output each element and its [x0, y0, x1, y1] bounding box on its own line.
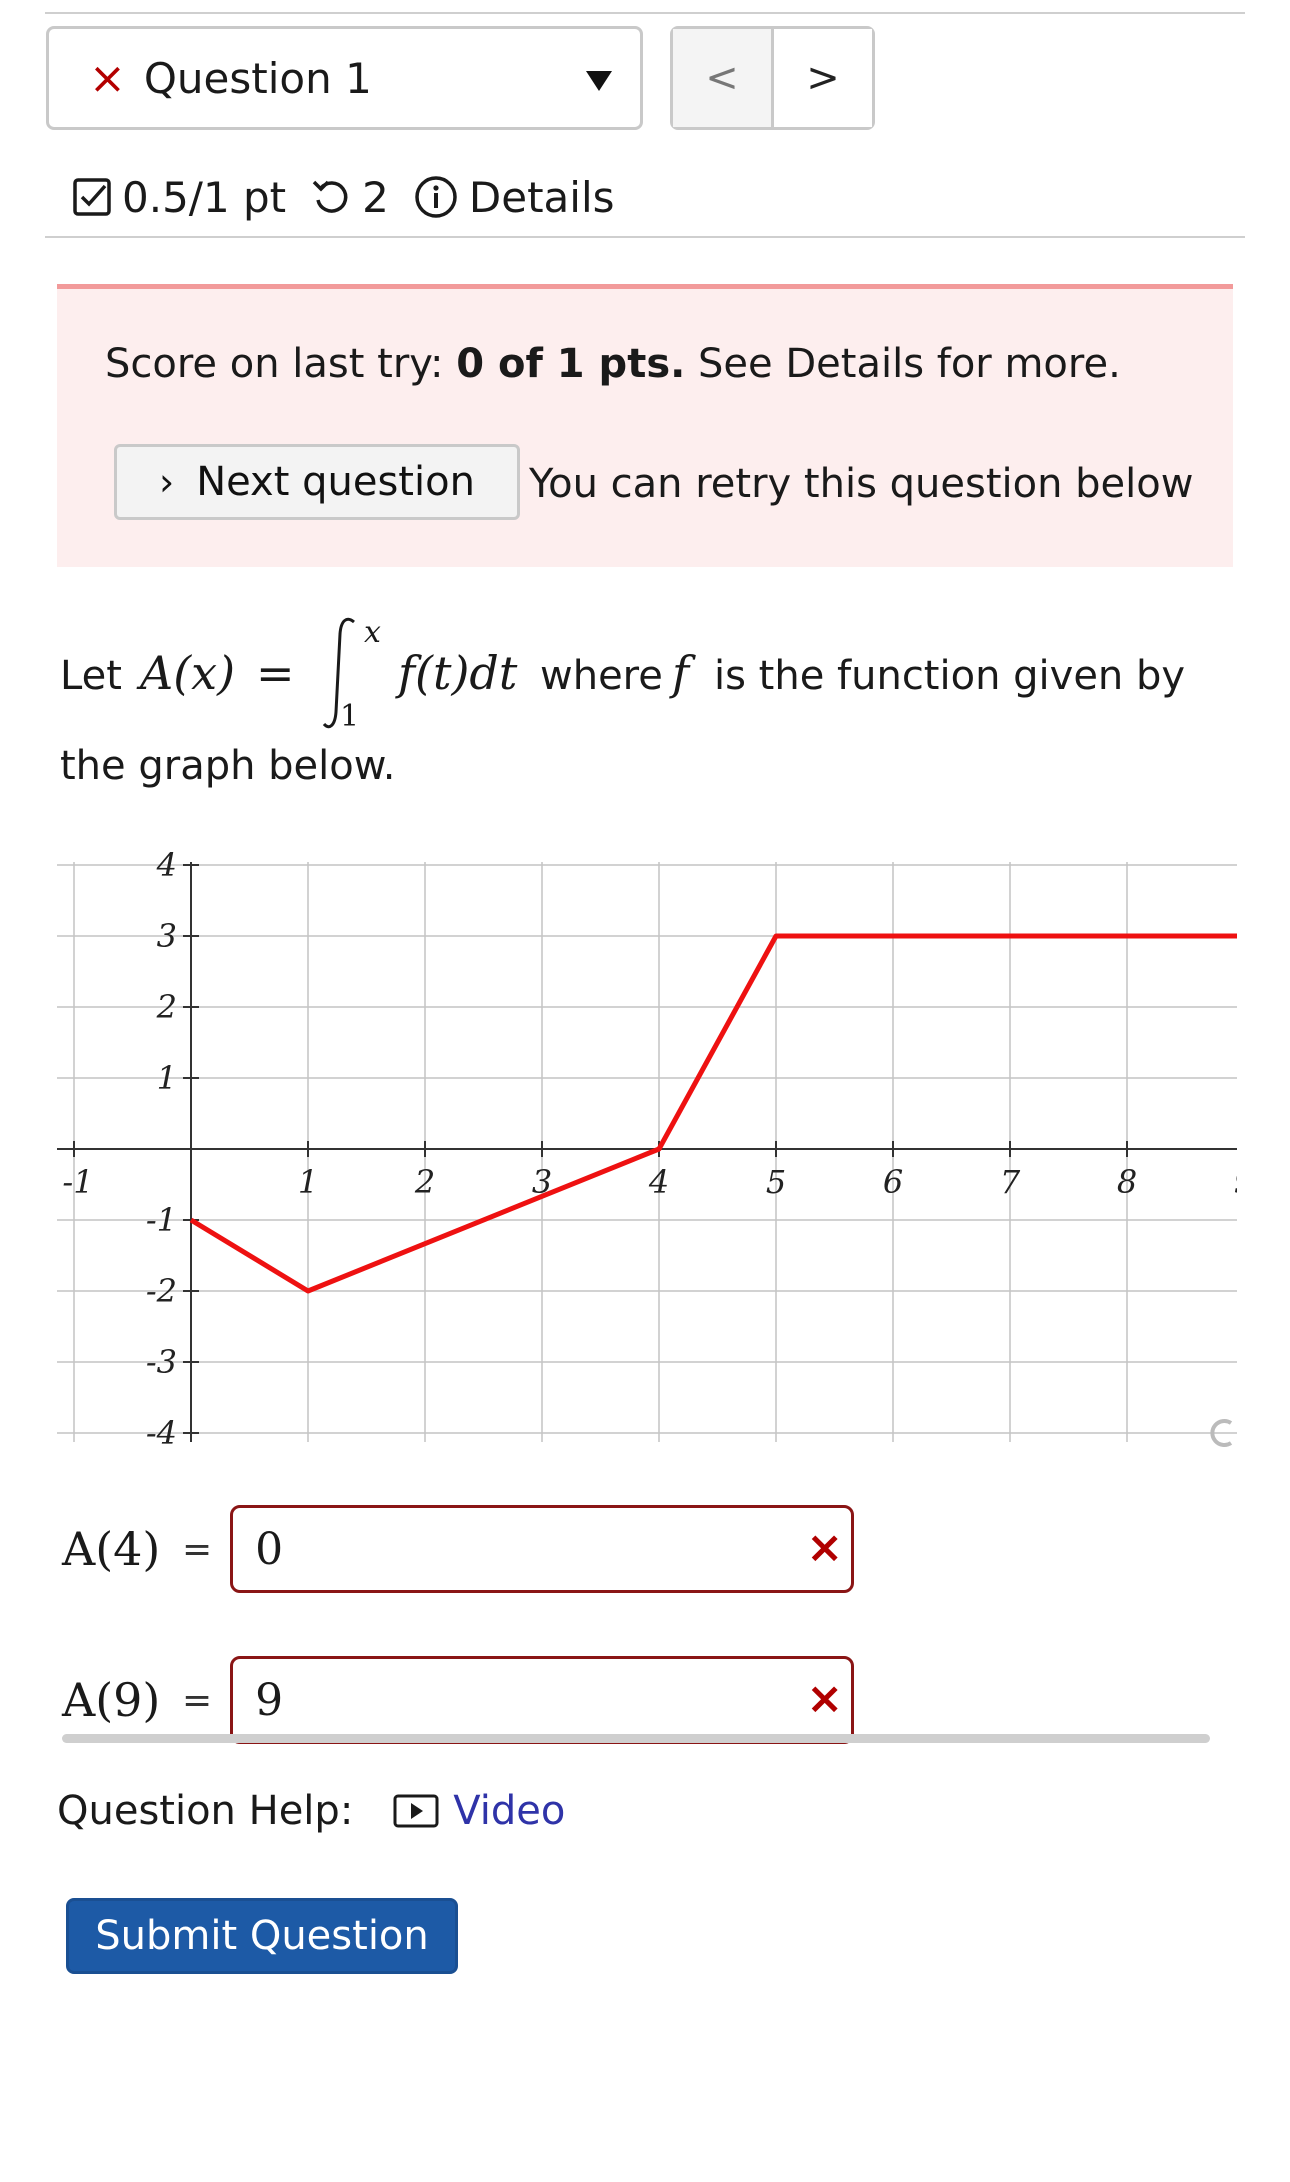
y-tick-label: 2: [156, 988, 177, 1026]
video-help-link[interactable]: Video: [393, 1788, 565, 1834]
problem-let: Let: [60, 653, 122, 699]
next-question-button[interactable]: › Next question: [114, 444, 520, 520]
answer-label: A(4): [62, 1522, 161, 1576]
question-status-bar: 0.5/1 pt 2 Details: [72, 165, 639, 229]
answer-value: 0: [255, 1523, 284, 1575]
integral-lower-limit: 1: [340, 699, 360, 734]
attempts-status: 2: [310, 173, 389, 222]
question-help-label: Question Help:: [57, 1788, 354, 1834]
last-try-alert: Score on last try: 0 of 1 pts. See Detai…: [57, 284, 1233, 567]
video-play-icon: [393, 1794, 439, 1828]
equals-sign: =: [182, 1528, 213, 1570]
question-help: Question Help: Video: [57, 1788, 565, 1834]
y-tick-label: -3: [146, 1343, 177, 1381]
attempts-count: 2: [362, 172, 389, 222]
submit-question-button[interactable]: Submit Question: [66, 1898, 458, 1974]
answer-row-a9: A(9) = 9 ×: [62, 1656, 855, 1744]
x-tick-label: -1: [62, 1163, 93, 1201]
details-toggle[interactable]: Details: [413, 173, 615, 222]
function-graph: -11234567894321-1-2-3-4: [57, 852, 1237, 1452]
incorrect-icon: ×: [806, 1522, 844, 1573]
incorrect-icon: ×: [806, 1673, 844, 1724]
question-select-label: Question 1: [143, 53, 372, 103]
x-tick-label: 4: [648, 1163, 669, 1201]
score-value: 0 of 1 pts.: [456, 341, 686, 387]
question-nav-group: < >: [670, 26, 875, 130]
y-tick-label: 1: [157, 1059, 177, 1097]
chevron-left-icon: <: [705, 55, 739, 101]
equals-sign: =: [182, 1679, 213, 1721]
problem-lhs: A(x): [140, 646, 236, 700]
problem-where: where: [540, 653, 663, 699]
score-suffix: See Details for more.: [685, 341, 1121, 387]
x-tick-label: 8: [1117, 1163, 1137, 1201]
f-line: [189, 933, 1237, 1294]
top-divider: [45, 12, 1245, 14]
y-tick-label: -2: [146, 1272, 177, 1310]
retry-message: You can retry this question below: [529, 461, 1194, 507]
next-question-nav-button[interactable]: >: [774, 29, 872, 127]
integral-upper-limit: x: [364, 615, 381, 650]
chevron-right-icon: >: [806, 55, 840, 101]
y-tick-label: -1: [146, 1201, 177, 1239]
answer-input-a9[interactable]: 9 ×: [230, 1656, 855, 1744]
incorrect-icon: ×: [89, 52, 126, 104]
status-divider: [45, 236, 1245, 238]
problem-statement: Let A(x) = x 1 f(t)dt where f is the fun…: [60, 610, 1185, 787]
submit-label: Submit Question: [95, 1913, 429, 1959]
horizontal-scrollbar[interactable]: [62, 1734, 1210, 1743]
answer-label: A(9): [62, 1673, 161, 1727]
question-select[interactable]: × Question 1: [46, 26, 643, 130]
y-tick-label: 4: [156, 852, 177, 884]
checkbox-icon: [73, 178, 111, 216]
answer-value: 9: [255, 1674, 284, 1726]
y-tick-label: 3: [157, 917, 177, 955]
answer-row-a4: A(4) = 0 ×: [62, 1505, 855, 1593]
score-prefix: Score on last try:: [105, 341, 457, 387]
prev-question-button[interactable]: <: [673, 29, 774, 127]
x-tick-label: 1: [298, 1163, 318, 1201]
problem-tail: is the function given by: [714, 653, 1186, 699]
dropdown-arrow-icon: [586, 71, 612, 91]
x-tick-label: 9: [1234, 1163, 1237, 1201]
y-tick-label: -4: [146, 1414, 177, 1452]
answer-input-a4[interactable]: 0 ×: [230, 1505, 855, 1593]
problem-integrand: f(t)dt: [398, 646, 518, 700]
video-label: Video: [453, 1788, 566, 1834]
chevron-right-icon: ›: [159, 460, 175, 504]
details-label: Details: [468, 172, 615, 222]
retry-icon: [312, 180, 348, 213]
x-tick-label: 7: [1000, 1163, 1021, 1201]
score-status: 0.5/1 pt: [72, 173, 286, 222]
x-tick-label: 2: [414, 1163, 435, 1201]
x-tick-label: 5: [766, 1163, 786, 1201]
next-question-label: Next question: [196, 459, 475, 505]
x-tick-label: 6: [883, 1163, 903, 1201]
problem-line2: the graph below.: [60, 743, 396, 789]
problem-fvar: f: [672, 646, 690, 700]
last-try-score: Score on last try: 0 of 1 pts. See Detai…: [105, 341, 1121, 387]
info-icon: [415, 176, 457, 218]
problem-equals: =: [256, 646, 295, 700]
score-text: 0.5/1 pt: [122, 172, 287, 222]
